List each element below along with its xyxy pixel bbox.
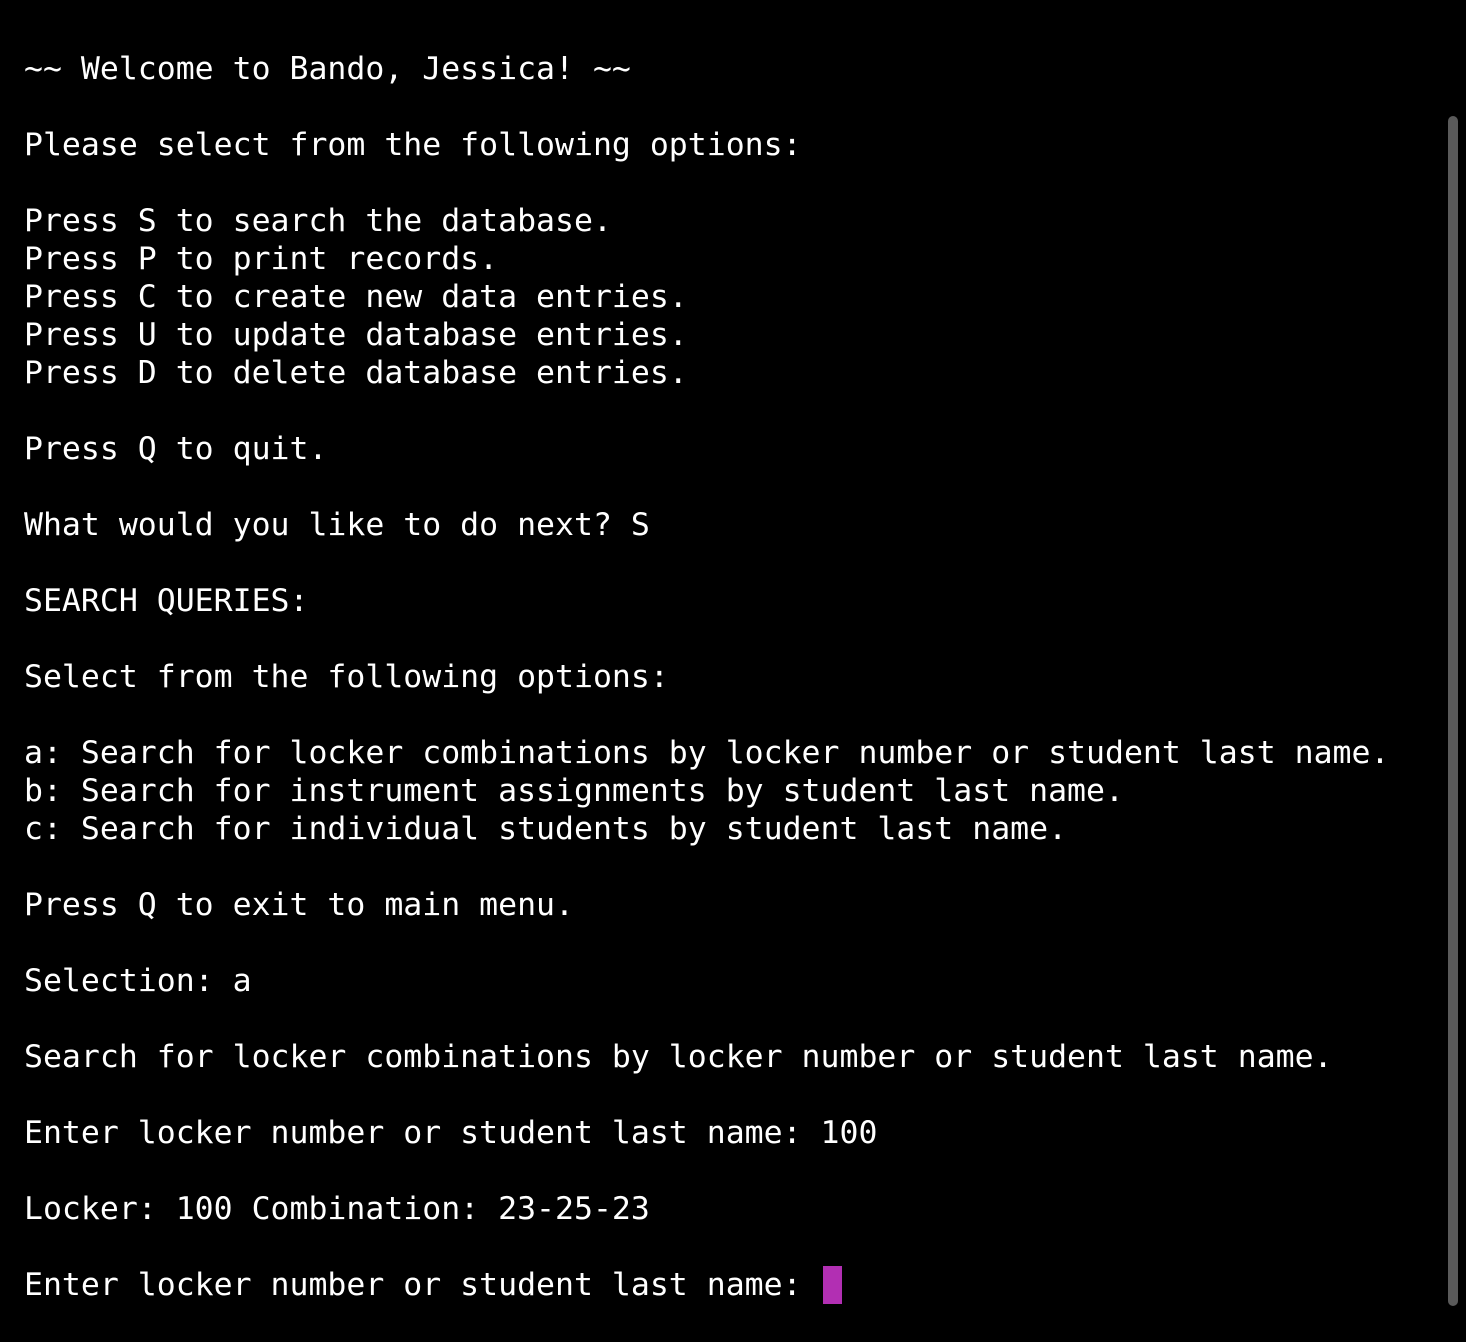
menu-option-delete: Press D to delete database entries. [24, 355, 688, 391]
menu-option-create: Press C to create new data entries. [24, 279, 688, 315]
terminal-window[interactable]: ~~ Welcome to Bando, Jessica! ~~ Please s… [0, 0, 1466, 1342]
scrollbar[interactable] [1448, 116, 1458, 1306]
search-result: Locker: 100 Combination: 23-25-23 [24, 1191, 650, 1227]
menu-option-search: Press S to search the database. [24, 203, 612, 239]
search-option-a: a: Search for locker combinations by loc… [24, 735, 1390, 771]
search-queries-heading: SEARCH QUERIES: [24, 583, 309, 619]
welcome-line: ~~ Welcome to Bando, Jessica! ~~ [24, 51, 631, 87]
prompt-text: Enter locker number or student last name… [24, 1267, 821, 1303]
text-cursor[interactable] [822, 1266, 842, 1304]
search-option-exit: Press Q to exit to main menu. [24, 887, 574, 923]
main-menu-answer: What would you like to do next? S [24, 507, 650, 543]
search-option-b: b: Search for instrument assignments by … [24, 773, 1124, 809]
search-menu-heading: Select from the following options: [24, 659, 669, 695]
search-option-c: c: Search for individual students by stu… [24, 811, 1068, 847]
previous-prompt: Enter locker number or student last name… [24, 1115, 878, 1151]
menu-option-quit: Press Q to quit. [24, 431, 328, 467]
search-mode-heading: Search for locker combinations by locker… [24, 1039, 1333, 1075]
selection-answer: Selection: a [24, 963, 252, 999]
menu-option-update: Press U to update database entries. [24, 317, 688, 353]
terminal-output: ~~ Welcome to Bando, Jessica! ~~ Please s… [24, 50, 1389, 1304]
menu-option-print: Press P to print records. [24, 241, 499, 277]
active-prompt-line[interactable]: Enter locker number or student last name… [24, 1266, 1389, 1304]
main-menu-heading: Please select from the following options… [24, 127, 802, 163]
